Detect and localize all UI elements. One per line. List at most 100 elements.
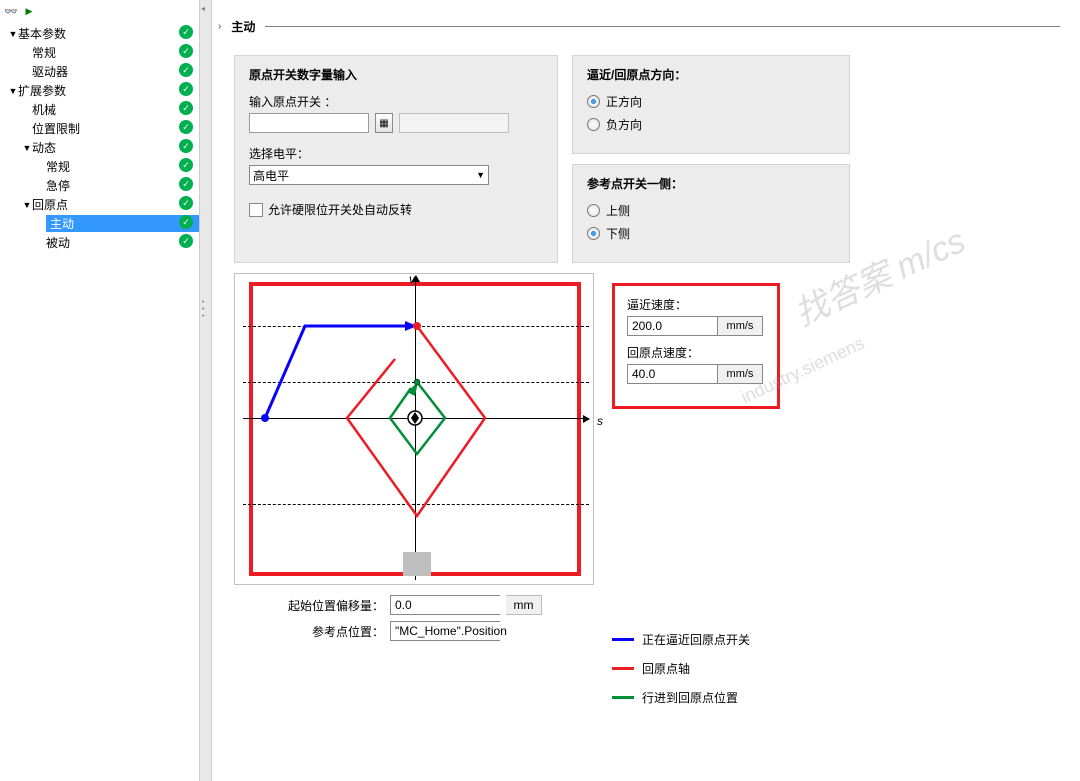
check-circle-icon: ✓: [179, 177, 193, 191]
tree-item-label: 主动: [46, 215, 199, 232]
legend-red-label: 回原点轴: [642, 660, 690, 677]
check-circle-icon: ✓: [179, 25, 193, 39]
axis-label-s: s: [597, 414, 603, 428]
glasses-icon[interactable]: 👓: [4, 4, 18, 18]
legend: 正在逼近回原点开关 回原点轴 行进到回原点位置: [612, 631, 780, 706]
direction-panel: 逼近/回原点方向： 正方向 负方向: [572, 55, 850, 154]
check-circle-icon: ✓: [179, 63, 193, 77]
tree-item-label: 动态: [32, 139, 199, 156]
section-header: › 主动: [218, 18, 1060, 35]
swatch-red: [612, 667, 634, 670]
caret-down-icon[interactable]: ▼: [8, 29, 18, 39]
tree-item-label: 驱动器: [32, 63, 199, 80]
home-speed-unit[interactable]: mm/s: [717, 364, 763, 384]
check-circle-icon: ✓: [179, 82, 193, 96]
tree-item[interactable]: 主动✓: [0, 214, 199, 233]
tree-item[interactable]: 位置限制✓: [0, 119, 199, 138]
level-select-value: 高电平: [253, 167, 289, 184]
tree-item[interactable]: 机械✓: [0, 100, 199, 119]
splitter[interactable]: •••: [200, 0, 212, 781]
tree-item[interactable]: ▼基本参数✓: [0, 24, 199, 43]
refpos-input[interactable]: "MC_Home".Position: [390, 621, 500, 641]
tree-item[interactable]: 驱动器✓: [0, 62, 199, 81]
origin-switch-panel: 原点开关数字量输入 输入原点开关 ： ▦ 选择电平： 高电平 ▼: [234, 55, 558, 263]
nav-sidebar: 👓 ▶ ▼基本参数✓常规✓驱动器✓▼扩展参数✓机械✓位置限制✓▼动态✓常规✓急停…: [0, 0, 200, 781]
refside-panel: 参考点开关一侧： 上侧 下侧: [572, 164, 850, 263]
direction-neg-radio[interactable]: [587, 118, 600, 131]
level-select[interactable]: 高电平 ▼: [249, 165, 489, 185]
chevron-right-icon: ›: [218, 21, 221, 32]
level-label: 选择电平：: [249, 145, 543, 162]
tree-item-label: 扩展参数: [18, 82, 199, 99]
speed-box: 逼近速度： 200.0 mm/s 回原点速度： 40.0 mm/s: [612, 283, 780, 409]
panel-title: 原点开关数字量输入: [249, 66, 543, 83]
refpos-label: 参考点位置：: [234, 623, 384, 640]
swatch-green: [612, 696, 634, 699]
play-icon[interactable]: ▶: [22, 4, 36, 18]
tree-item[interactable]: 急停✓: [0, 176, 199, 195]
tree-item[interactable]: 常规✓: [0, 43, 199, 62]
homing-diagram: s v: [234, 273, 594, 585]
check-circle-icon: ✓: [179, 101, 193, 115]
caret-down-icon[interactable]: ▼: [22, 200, 32, 210]
legend-blue-label: 正在逼近回原点开关: [642, 631, 750, 648]
offset-input[interactable]: 0.0: [390, 595, 500, 615]
tree-item[interactable]: 被动✓: [0, 233, 199, 252]
home-speed-label: 回原点速度：: [627, 344, 765, 361]
main-panel: › 主动 原点开关数字量输入 输入原点开关 ： ▦ 选择电平：: [212, 0, 1080, 781]
refside-upper-label: 上侧: [606, 202, 630, 219]
tree-item-label: 位置限制: [32, 120, 199, 137]
tree-item-label: 被动: [46, 234, 199, 251]
diagram-side: 逼近速度： 200.0 mm/s 回原点速度： 40.0 mm/s 正在逼近回原…: [612, 273, 780, 718]
input-origin-label: 输入原点开关 ：: [249, 93, 543, 110]
check-circle-icon: ✓: [179, 196, 193, 210]
check-circle-icon: ✓: [179, 139, 193, 153]
check-circle-icon: ✓: [179, 234, 193, 248]
tree-item[interactable]: ▼动态✓: [0, 138, 199, 157]
tree-item-label: 机械: [32, 101, 199, 118]
tree-item-label: 基本参数: [18, 25, 199, 42]
caret-down-icon[interactable]: ▼: [8, 86, 18, 96]
auto-reverse-checkbox[interactable]: [249, 203, 263, 217]
approach-speed-unit[interactable]: mm/s: [717, 316, 763, 336]
panel-title: 逼近/回原点方向：: [587, 66, 835, 83]
origin-switch-input[interactable]: [249, 113, 369, 133]
tree-item-label: 回原点: [32, 196, 199, 213]
direction-pos-radio[interactable]: [587, 95, 600, 108]
offset-unit: mm: [506, 595, 542, 615]
origin-switch-readonly: [399, 113, 509, 133]
approach-speed-label: 逼近速度：: [627, 296, 765, 313]
check-circle-icon: ✓: [179, 44, 193, 58]
section-title: 主动: [231, 18, 255, 35]
browse-button[interactable]: ▦: [375, 113, 393, 133]
tree-item-label: 常规: [46, 158, 199, 175]
tree-item[interactable]: ▼扩展参数✓: [0, 81, 199, 100]
direction-pos-label: 正方向: [606, 93, 642, 110]
auto-reverse-label: 允许硬限位开关处自动反转: [268, 201, 412, 218]
direction-neg-label: 负方向: [606, 116, 642, 133]
legend-green-label: 行进到回原点位置: [642, 689, 738, 706]
sidebar-toolbar: 👓 ▶: [0, 0, 199, 22]
chevron-down-icon: ▼: [476, 170, 485, 180]
refside-upper-radio[interactable]: [587, 204, 600, 217]
refside-lower-label: 下侧: [606, 225, 630, 242]
tree-item-label: 常规: [32, 44, 199, 61]
tree-item-label: 急停: [46, 177, 199, 194]
tree-item[interactable]: 常规✓: [0, 157, 199, 176]
check-circle-icon: ✓: [179, 158, 193, 172]
diagram-paths: [235, 274, 595, 586]
check-circle-icon: ✓: [179, 120, 193, 134]
refside-lower-radio[interactable]: [587, 227, 600, 240]
offset-label: 起始位置偏移量：: [234, 597, 384, 614]
home-speed-input[interactable]: 40.0: [627, 364, 717, 384]
tree-item[interactable]: ▼回原点✓: [0, 195, 199, 214]
nav-tree[interactable]: ▼基本参数✓常规✓驱动器✓▼扩展参数✓机械✓位置限制✓▼动态✓常规✓急停✓▼回原…: [0, 22, 199, 252]
check-circle-icon: ✓: [179, 215, 193, 229]
panel-title: 参考点开关一侧：: [587, 175, 835, 192]
splitter-grip-icon: •••: [202, 300, 210, 330]
caret-down-icon[interactable]: ▼: [22, 143, 32, 153]
swatch-blue: [612, 638, 634, 641]
divider: [265, 26, 1060, 27]
approach-speed-input[interactable]: 200.0: [627, 316, 717, 336]
chevron-left-icon: [202, 6, 210, 14]
